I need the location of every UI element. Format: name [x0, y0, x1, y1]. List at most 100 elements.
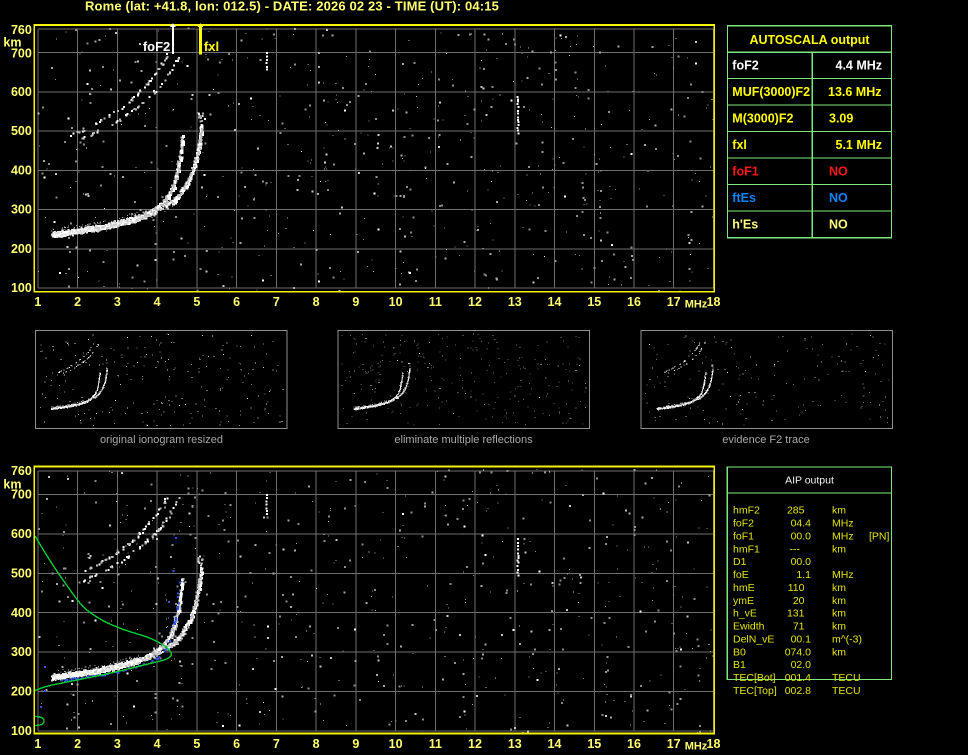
- svg-text:14: 14: [548, 295, 562, 309]
- svg-text:B1: B1: [733, 659, 746, 671]
- svg-text:12: 12: [468, 295, 482, 309]
- svg-text:13: 13: [508, 295, 522, 309]
- svg-text:8: 8: [313, 737, 320, 751]
- svg-text:00.0: 00.0: [791, 530, 812, 542]
- svg-text:hmF1: hmF1: [733, 543, 760, 555]
- svg-text:500: 500: [11, 124, 32, 138]
- svg-text:km: km: [832, 582, 846, 594]
- svg-text:200: 200: [11, 242, 32, 256]
- svg-text:17: 17: [667, 737, 681, 751]
- svg-text:MUF(3000)F2: MUF(3000)F2: [732, 85, 810, 99]
- svg-text:300: 300: [11, 203, 32, 217]
- svg-text:foF2: foF2: [732, 58, 758, 72]
- svg-text:original ionogram resized: original ionogram resized: [100, 434, 223, 446]
- svg-text:D1: D1: [733, 556, 747, 568]
- svg-text:10: 10: [389, 295, 403, 309]
- svg-text:2: 2: [74, 295, 81, 309]
- svg-text:131: 131: [787, 608, 805, 620]
- svg-text:4: 4: [154, 737, 161, 751]
- svg-text:6: 6: [233, 737, 240, 751]
- svg-text:km: km: [3, 478, 21, 492]
- svg-text:km: km: [3, 35, 21, 49]
- svg-text:02.0: 02.0: [791, 659, 812, 671]
- svg-text:8: 8: [313, 295, 320, 309]
- svg-text:3: 3: [114, 737, 121, 751]
- svg-text:MHz: MHz: [832, 569, 854, 581]
- svg-text:AUTOSCALA output: AUTOSCALA output: [749, 33, 870, 47]
- svg-text:2: 2: [74, 737, 81, 751]
- svg-text:foF2: foF2: [733, 518, 754, 530]
- svg-text:400: 400: [11, 606, 32, 620]
- svg-text:11: 11: [429, 737, 442, 751]
- svg-text:600: 600: [11, 527, 32, 541]
- svg-text:TECU: TECU: [832, 685, 861, 697]
- svg-text:MHz: MHz: [832, 530, 854, 542]
- svg-text:NO: NO: [829, 217, 848, 231]
- svg-text:AIP output: AIP output: [785, 474, 834, 486]
- svg-text:M(3000)F2: M(3000)F2: [732, 111, 793, 125]
- svg-text:20: 20: [793, 595, 805, 607]
- svg-text:15: 15: [587, 737, 601, 751]
- svg-text:13.6 MHz: 13.6 MHz: [828, 85, 882, 99]
- svg-text:7: 7: [273, 295, 280, 309]
- svg-text:760: 760: [11, 464, 32, 478]
- svg-text:18: 18: [707, 295, 721, 309]
- svg-text:m^(-3): m^(-3): [832, 633, 862, 645]
- svg-text:fxl: fxl: [204, 39, 219, 54]
- svg-text:km: km: [832, 646, 846, 658]
- svg-text:MHz: MHz: [685, 741, 708, 753]
- svg-text:074.0: 074.0: [785, 646, 811, 658]
- svg-text:evidence F2 trace: evidence F2 trace: [722, 434, 809, 446]
- svg-text:foF1: foF1: [732, 164, 758, 178]
- svg-text:00.0: 00.0: [791, 556, 812, 568]
- svg-text:13: 13: [508, 737, 522, 751]
- svg-text:18: 18: [707, 737, 721, 751]
- svg-text:4: 4: [154, 295, 161, 309]
- svg-text:15: 15: [587, 295, 601, 309]
- svg-text:1: 1: [34, 295, 41, 309]
- svg-text:5: 5: [193, 737, 200, 751]
- svg-text:500: 500: [11, 566, 32, 580]
- svg-text:16: 16: [627, 295, 641, 309]
- svg-text:11: 11: [429, 295, 442, 309]
- svg-text:ymE: ymE: [733, 595, 754, 607]
- svg-text:300: 300: [11, 645, 32, 659]
- svg-text:DelN_vE: DelN_vE: [733, 633, 774, 645]
- svg-text:00.1: 00.1: [791, 633, 812, 645]
- svg-text:5.1 MHz: 5.1 MHz: [836, 138, 883, 152]
- svg-text:17: 17: [667, 295, 681, 309]
- svg-text:14: 14: [548, 737, 562, 751]
- svg-text:eliminate multiple reflections: eliminate multiple reflections: [394, 434, 533, 446]
- svg-text:1: 1: [34, 737, 41, 751]
- svg-text:600: 600: [11, 85, 32, 99]
- svg-text:foF2: foF2: [143, 39, 170, 54]
- svg-text:km: km: [832, 608, 846, 620]
- svg-text:ftEs: ftEs: [732, 191, 756, 205]
- svg-text:9: 9: [352, 295, 359, 309]
- svg-text:10: 10: [389, 737, 403, 751]
- svg-text:200: 200: [11, 685, 32, 699]
- svg-text:---: ---: [790, 543, 801, 555]
- svg-text:5: 5: [193, 295, 200, 309]
- svg-text:100: 100: [11, 281, 32, 295]
- svg-text:3: 3: [114, 295, 121, 309]
- svg-text:16: 16: [627, 737, 641, 751]
- svg-text:Ewidth: Ewidth: [733, 621, 765, 633]
- svg-text:foE: foE: [733, 569, 749, 581]
- svg-text:71: 71: [793, 621, 805, 633]
- svg-text:hmF2: hmF2: [733, 505, 760, 517]
- svg-text:04.4: 04.4: [791, 518, 812, 530]
- svg-text:NO: NO: [829, 191, 848, 205]
- svg-text:285: 285: [787, 505, 805, 517]
- svg-text:h'Es: h'Es: [732, 217, 758, 231]
- svg-text:B0: B0: [733, 646, 746, 658]
- svg-text:110: 110: [788, 582, 805, 594]
- svg-text:[PN]: [PN]: [869, 530, 890, 542]
- svg-text:12: 12: [468, 737, 482, 751]
- svg-text:hmE: hmE: [733, 582, 755, 594]
- svg-text:100: 100: [11, 724, 32, 738]
- svg-text:TEC[Top]: TEC[Top]: [733, 685, 777, 697]
- svg-text:3.09: 3.09: [829, 111, 853, 125]
- svg-text:TEC[Bot]: TEC[Bot]: [733, 672, 776, 684]
- svg-text:h_vE: h_vE: [733, 608, 757, 620]
